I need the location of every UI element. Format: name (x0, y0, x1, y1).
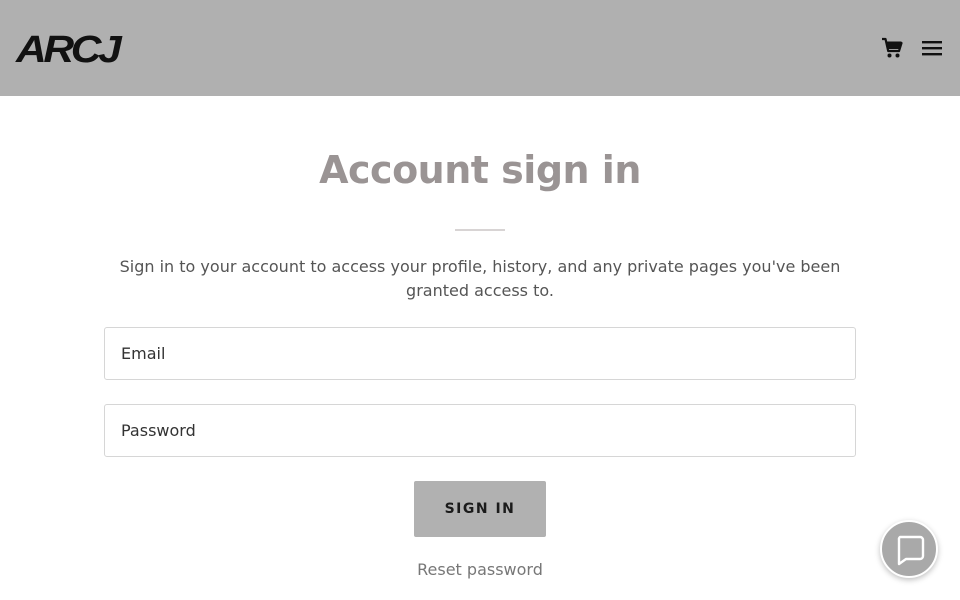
password-field[interactable] (104, 404, 856, 457)
site-header: ARCJ (0, 0, 960, 96)
email-field[interactable] (104, 327, 856, 380)
cart-button[interactable] (880, 37, 904, 59)
menu-button[interactable] (921, 38, 943, 58)
reset-password-link[interactable]: Reset password (417, 560, 543, 579)
shopping-cart-icon (882, 37, 903, 58)
site-logo[interactable]: ARCJ (16, 31, 122, 69)
title-divider (455, 229, 505, 231)
hamburger-menu-icon (922, 41, 942, 56)
chat-bubble-icon (897, 535, 925, 566)
reset-password-row: Reset password (0, 559, 960, 581)
chat-button[interactable] (880, 520, 938, 578)
page-title: Account sign in (319, 148, 641, 192)
sign-in-button[interactable]: SIGN IN (414, 481, 546, 537)
signin-description: Sign in to your account to access your p… (119, 257, 841, 300)
